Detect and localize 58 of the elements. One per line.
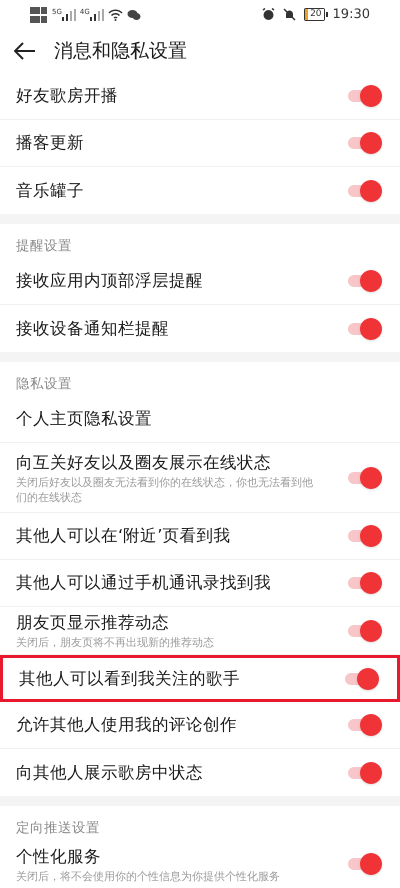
battery-level: 20 bbox=[308, 9, 324, 20]
settings-row[interactable]: 允许其他人使用我的评论创作 bbox=[0, 702, 400, 749]
settings-row[interactable]: 音乐罐子 bbox=[0, 167, 400, 214]
toggle-switch[interactable] bbox=[348, 132, 382, 154]
toggle-switch[interactable] bbox=[348, 572, 382, 594]
toggle-switch[interactable] bbox=[348, 620, 382, 642]
toggle-switch[interactable] bbox=[348, 180, 382, 202]
toggle-switch[interactable] bbox=[348, 762, 382, 784]
sim-card-icon bbox=[30, 4, 48, 25]
chat-icon bbox=[126, 8, 141, 21]
section-heading: 提醒设置 bbox=[15, 236, 73, 256]
settings-row[interactable]: 其他人可以在‘附近’页看到我 bbox=[0, 513, 400, 560]
setting-title: 个性化服务 bbox=[16, 846, 102, 868]
setting-title: 向互关好友以及圈友展示在线状态 bbox=[16, 452, 272, 474]
signal-icon bbox=[62, 8, 76, 21]
settings-row[interactable]: 接收设备通知栏提醒 bbox=[0, 305, 400, 352]
setting-title: 接收应用内顶部浮层提醒 bbox=[16, 270, 204, 292]
toggle-switch[interactable] bbox=[348, 525, 382, 547]
section-heading: 定向推送设置 bbox=[15, 818, 101, 838]
settings-row[interactable]: 其他人可以通过手机通讯录找到我 bbox=[0, 560, 400, 607]
setting-description: 关闭后，将不会使用你的个性信息为你提供个性化服务 bbox=[16, 868, 281, 884]
setting-title: 音乐罐子 bbox=[16, 180, 85, 202]
page-title: 消息和隐私设置 bbox=[54, 39, 187, 64]
settings-row[interactable]: 向互关好友以及圈友展示在线状态 关闭后好友以及圈友无法看到你的在线状态，你也无法看到他们的在线状态 bbox=[0, 443, 400, 513]
setting-description: 关闭后，朋友页将不再出现新的推荐动态 bbox=[16, 635, 215, 650]
settings-row[interactable]: 接收应用内顶部浮层提醒 bbox=[0, 258, 400, 305]
settings-row[interactable]: 朋友页显示推荐动态 关闭后，朋友页将不再出现新的推荐动态 bbox=[0, 607, 400, 655]
toggle-switch[interactable] bbox=[345, 668, 379, 690]
settings-row[interactable]: 播客更新 bbox=[0, 120, 400, 167]
settings-row[interactable]: 好友歌房开播 bbox=[0, 73, 400, 120]
settings-row[interactable]: 个性化服务 关闭后，将不会使用你的个性信息为你提供个性化服务 bbox=[0, 840, 400, 888]
toggle-switch[interactable] bbox=[348, 318, 382, 340]
setting-title: 向其他人展示歌房中状态 bbox=[16, 762, 204, 784]
clock-time: 19:30 bbox=[332, 6, 370, 24]
setting-title: 朋友页显示推荐动态 bbox=[16, 612, 170, 634]
setting-title: 好友歌房开播 bbox=[16, 85, 119, 107]
setting-title: 其他人可以在‘附近’页看到我 bbox=[16, 525, 232, 547]
settings-row[interactable]: 其他人可以看到我关注的歌手 bbox=[0, 655, 400, 702]
settings-row[interactable]: 个人主页隐私设置 bbox=[0, 396, 400, 443]
toggle-switch[interactable] bbox=[348, 270, 382, 292]
setting-title: 允许其他人使用我的评论创作 bbox=[16, 714, 238, 736]
toggle-switch[interactable] bbox=[348, 466, 382, 488]
toggle-switch[interactable] bbox=[348, 853, 382, 875]
toggle-switch[interactable] bbox=[348, 714, 382, 736]
setting-title: 其他人可以通过手机通讯录找到我 bbox=[16, 572, 272, 594]
alarm-icon bbox=[262, 8, 276, 22]
settings-row[interactable]: 向其他人展示歌房中状态 bbox=[0, 749, 400, 796]
setting-title: 播客更新 bbox=[16, 132, 85, 154]
wifi-icon bbox=[108, 8, 123, 21]
signal-icon bbox=[90, 8, 104, 21]
section-heading: 隐私设置 bbox=[15, 374, 73, 394]
muted-bell-icon bbox=[283, 8, 296, 22]
toggle-switch[interactable] bbox=[348, 85, 382, 107]
setting-title: 其他人可以看到我关注的歌手 bbox=[19, 668, 241, 690]
setting-title: 个人主页隐私设置 bbox=[16, 408, 153, 430]
back-arrow-icon[interactable] bbox=[14, 42, 36, 60]
setting-description: 关闭后好友以及圈友无法看到你的在线状态，你也无法看到他们的在线状态 bbox=[16, 474, 314, 504]
setting-title: 接收设备通知栏提醒 bbox=[16, 318, 170, 340]
